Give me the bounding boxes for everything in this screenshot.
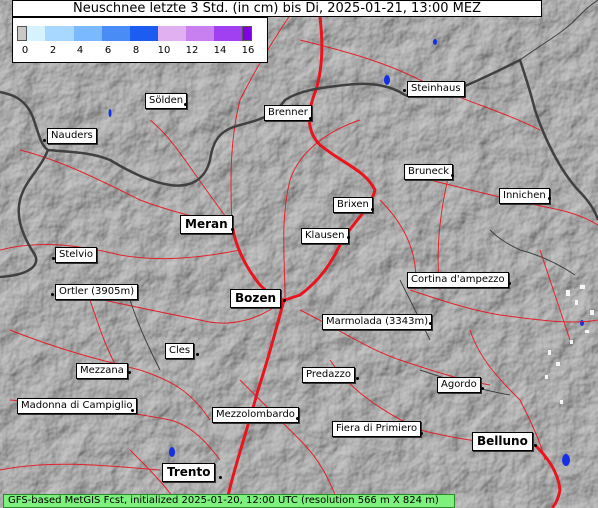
place-label: Cortina d'ampezzo — [407, 272, 509, 288]
place-label: Klausen — [301, 228, 349, 244]
legend-swatch — [186, 26, 214, 41]
legend-tick-label: 0 — [21, 45, 29, 56]
legend-swatch — [17, 26, 27, 41]
place-marker — [296, 417, 299, 420]
legend-tick-label: 6 — [104, 45, 112, 56]
place-label: Nauders — [47, 128, 97, 144]
legend-tick-label: 12 — [185, 45, 199, 56]
legend-swatch — [214, 26, 242, 41]
place-label: Innichen — [499, 188, 550, 204]
snow-map: Neuschnee letzte 3 Std. (in cm) bis Di, … — [0, 0, 598, 508]
place-marker — [184, 103, 187, 106]
legend-tick-label: 8 — [132, 45, 140, 56]
place-marker — [371, 208, 374, 211]
legend-tick-label: 14 — [213, 45, 227, 56]
place-marker — [481, 387, 484, 390]
legend-tick-label: 16 — [241, 45, 255, 56]
place-label: Bruneck — [404, 164, 454, 180]
place-marker — [52, 257, 55, 260]
place-label: Steinhaus — [407, 81, 465, 97]
place-marker — [429, 322, 432, 325]
place-label: Predazzo — [302, 367, 355, 383]
place-marker — [231, 228, 234, 231]
place-label: Trento — [162, 463, 216, 482]
legend-colorbar — [17, 26, 252, 41]
place-marker — [196, 353, 199, 356]
place-label: Sölden — [145, 93, 188, 109]
place-label: Cles — [165, 343, 195, 359]
place-label: Bozen — [230, 289, 282, 308]
place-label: Ortler (3905m) — [55, 284, 139, 300]
place-label: Meran — [180, 215, 233, 234]
model-info-footer: GFS-based MetGIS Fcst, initialized 2025-… — [3, 494, 455, 508]
legend-swatch — [242, 26, 252, 41]
place-marker — [131, 409, 134, 412]
place-label: Fiera di Primiero — [332, 421, 422, 437]
place-label: Brenner — [264, 105, 312, 121]
place-marker — [51, 293, 54, 296]
legend-swatch — [158, 26, 186, 41]
legend-tick-label: 4 — [76, 45, 84, 56]
place-label: Brixen — [333, 197, 373, 213]
place-marker — [309, 117, 312, 120]
place-marker — [403, 89, 406, 92]
place-label: Stelvio — [55, 247, 98, 263]
place-marker — [283, 299, 286, 302]
place-marker — [534, 444, 537, 447]
place-marker — [508, 282, 511, 285]
legend-swatch — [102, 26, 130, 41]
place-label: Belluno — [472, 432, 533, 451]
legend-swatch — [130, 26, 158, 41]
place-label: Madonna di Campiglio — [17, 398, 137, 414]
map-title: Neuschnee letzte 3 Std. (in cm) bis Di, … — [12, 0, 542, 17]
place-label: Agordo — [437, 377, 481, 393]
place-marker — [420, 432, 423, 435]
place-label: Marmolada (3343m) — [322, 314, 433, 330]
place-marker — [219, 476, 222, 479]
legend-tick-label: 2 — [49, 45, 57, 56]
place-marker — [548, 197, 551, 200]
place-marker — [128, 371, 131, 374]
place-marker — [347, 236, 350, 239]
place-marker — [356, 377, 359, 380]
place-marker — [43, 139, 46, 142]
legend-swatch — [74, 26, 102, 41]
place-marker — [451, 174, 454, 177]
legend: 0 2 4 6 8 10 12 14 16 — [12, 17, 268, 63]
legend-tick-label: 10 — [157, 45, 171, 56]
place-label: Mezzolombardo — [212, 407, 299, 423]
place-label: Mezzana — [76, 363, 128, 379]
legend-swatch — [27, 26, 45, 41]
legend-swatch — [45, 26, 74, 41]
